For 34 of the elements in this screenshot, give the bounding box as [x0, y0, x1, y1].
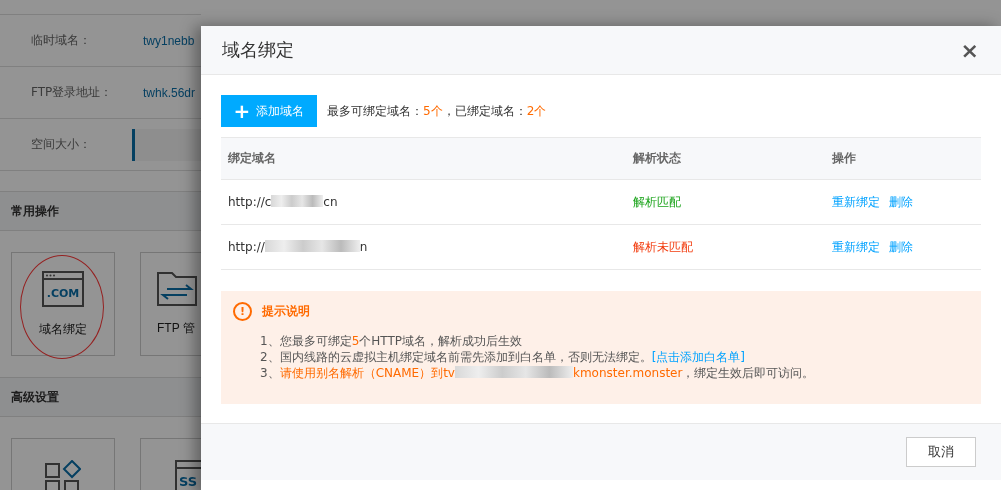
grid-icon	[45, 460, 81, 490]
field-label: 临时域名：	[30, 32, 92, 49]
rebind-link[interactable]: 重新绑定	[831, 194, 880, 209]
notice-line: 1、您最多可绑定5个HTTP域名，解析成功后生效	[259, 333, 523, 349]
quota-text: 最多可绑定域名：5个，已绑定域名：2个	[327, 102, 547, 120]
dialog-title: 域名绑定	[222, 38, 294, 62]
domain-window-icon: .COM	[42, 270, 84, 307]
domain-cell: http://c cn	[221, 179, 627, 225]
rebind-link[interactable]: 重新绑定	[831, 239, 880, 254]
warning-icon: !	[233, 302, 252, 321]
column-header: 操作	[824, 137, 981, 180]
notice-title: 提示说明	[262, 303, 310, 320]
notice-line: 3、请使用别名解析（CNAME）到tv kmonster.monster，绑定生效后即可访问。	[259, 365, 816, 381]
status-text: 解析未匹配	[633, 239, 694, 254]
notice-line: 2、国内线路的云虚拟主机绑定域名前需先添加到白名单，否则无法绑定。[点击添加白名单]	[259, 349, 746, 365]
column-header: 解析状态	[626, 137, 825, 180]
cancel-button[interactable]: 取消	[906, 437, 976, 467]
whitelist-link[interactable]: [点击添加白名单]	[651, 350, 745, 364]
delete-link[interactable]: 删除	[888, 194, 913, 209]
section-header: 常用操作	[0, 191, 201, 231]
column-header: 绑定域名	[221, 137, 627, 180]
field-label: 空间大小：	[30, 136, 92, 153]
domain-cell: http:// n	[221, 224, 627, 270]
field-value: twy1nebb	[143, 33, 195, 48]
size-field[interactable]	[132, 128, 201, 161]
status-text: 解析匹配	[633, 194, 682, 209]
folder-transfer-icon	[157, 271, 197, 306]
field-label: FTP登录地址：	[30, 84, 114, 101]
action-card[interactable]: .COM 域名绑定	[11, 252, 115, 356]
add-domain-button[interactable]: + 添加域名	[221, 95, 317, 127]
field-value: twhk.56dr	[143, 85, 196, 100]
delete-link[interactable]: 删除	[888, 239, 913, 254]
section-header: 高级设置	[0, 377, 201, 417]
close-button[interactable]: ×	[956, 37, 983, 63]
